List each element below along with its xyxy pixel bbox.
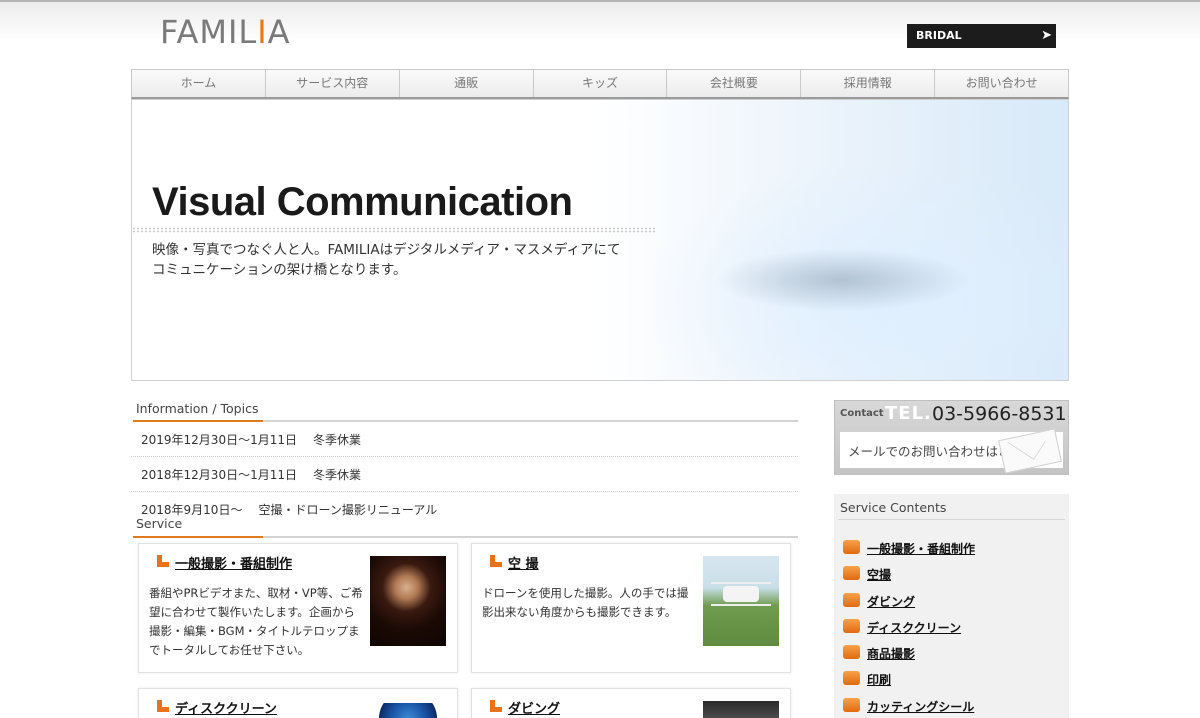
contact-label: Contact (840, 408, 884, 419)
sidebar-item-cutting-sticker[interactable]: カッティングシール (843, 697, 975, 718)
sidebar-item-label: ダビング (867, 594, 916, 609)
service-heading: Service (136, 516, 183, 531)
topics-list: 2019年12月30日〜1月11日 冬季休業 2018年12月30日〜1月11日冬… (131, 422, 798, 527)
service-contents-divider (838, 519, 1065, 520)
orange-bullet-icon (843, 671, 860, 686)
orange-bullet-icon (843, 645, 860, 660)
orange-bullet-icon (843, 618, 860, 633)
logo-text-accent: I (257, 13, 268, 51)
orange-bullet-icon (843, 540, 860, 554)
service-contents-panel: Service Contents 一般撮影・番組制作 空撮 ダビング ディスクク… (834, 494, 1069, 718)
service-card-title-text: ディスククリーン (175, 702, 277, 717)
disc-photo-icon[interactable] (370, 703, 446, 718)
arrow-right-icon: ➤ (1041, 28, 1052, 43)
topic-text: 冬季休業 (312, 433, 361, 447)
contact-box: Contact TEL. 03-5966-8531 メールでのお問い合わせはこち… (834, 400, 1069, 475)
orange-bullet-icon (843, 592, 860, 607)
logo-text-main: FAMIL (160, 13, 258, 51)
sidebar-item-label: カッティングシール (867, 699, 975, 714)
drone-body (723, 586, 759, 602)
hero-title: Visual Communication (152, 180, 573, 224)
topic-item[interactable]: 2018年12月30日〜1月11日 冬季休業 (131, 457, 798, 492)
service-card-title-text: 一般撮影・番組制作 (175, 557, 293, 572)
service-card-title-text: 空 撮 (508, 557, 539, 572)
service-card-title[interactable]: ディスククリーン (157, 698, 277, 717)
envelope-icon (998, 428, 1062, 474)
hero-banner: Visual Communication 映像・写真でつなぐ人と人。FAMILI… (131, 99, 1069, 381)
orange-square-icon (157, 555, 169, 567)
service-card: ディスククリーン (138, 688, 458, 718)
nav-item-company[interactable]: 会社概要 (667, 70, 802, 97)
service-contents-list: 一般撮影・番組制作 空撮 ダビング ディスククリーン 商品撮影 印刷 カッティン… (843, 540, 975, 718)
hero-subtitle: 映像・写真でつなぐ人と人。FAMILIAはデジタルメディア・マスメディアにて コ… (152, 240, 652, 280)
topic-item[interactable]: 2018年9月10日〜 空撮・ドローン撮影リニューアル (131, 492, 798, 527)
sidebar-item-printing[interactable]: 印刷 (843, 671, 975, 697)
bridal-label: BRIDAL (916, 29, 962, 42)
nav-item-recruit[interactable]: 採用情報 (801, 70, 936, 97)
orange-square-icon (490, 700, 502, 712)
woman-photo-icon[interactable] (370, 556, 446, 646)
bridal-button[interactable]: BRIDAL ➤ (907, 24, 1056, 48)
nav-item-services[interactable]: サービス内容 (266, 70, 400, 97)
hero-subtitle-line2: コミュニケーションの架け橋となります。 (152, 262, 407, 278)
sidebar-item-aerial[interactable]: 空撮 (843, 566, 975, 592)
nav-item-kids[interactable]: キッズ (534, 70, 668, 97)
topic-item[interactable]: 2019年12月30日〜1月11日 冬季休業 (131, 422, 798, 457)
hero-subtitle-line1: 映像・写真でつなぐ人と人。FAMILIAはデジタルメディア・マスメディアにて (152, 242, 621, 258)
mail-contact-button[interactable]: メールでのお問い合わせはこちら (840, 428, 1063, 474)
sidebar-item-label: 印刷 (867, 673, 892, 688)
service-card-title[interactable]: ダビング (490, 698, 560, 717)
service-card: ダビング (471, 688, 791, 718)
site-logo[interactable]: FAMILIA (160, 13, 291, 51)
tel-number[interactable]: 03-5966-8531 (932, 403, 1067, 425)
nav-item-contact[interactable]: お問い合わせ (935, 70, 1068, 97)
sidebar-item-product-photo[interactable]: 商品撮影 (843, 645, 975, 671)
sidebar-item-label: ディスククリーン (867, 620, 962, 635)
topic-date: 2019年12月30日〜1月11日 (141, 433, 297, 447)
drone-photo-icon[interactable] (703, 556, 779, 646)
sidebar-item-disc-clean[interactable]: ディスククリーン (843, 618, 975, 645)
service-heading-underline (133, 536, 798, 538)
nav-item-shop[interactable]: 通販 (400, 70, 534, 97)
service-card-text: ドローンを使用した撮影。人の手では撮影出来ない角度からも撮影できます。 (482, 586, 689, 619)
orange-bullet-icon (843, 566, 860, 581)
sidebar-item-label: 空撮 (867, 568, 892, 583)
service-card-title[interactable]: 一般撮影・番組制作 (157, 553, 292, 572)
sidebar-item-label: 一般撮影・番組制作 (867, 542, 976, 556)
sidebar-item-dubbing[interactable]: ダビング (843, 592, 975, 619)
nav-item-home[interactable]: ホーム (132, 70, 266, 97)
tel-label: TEL. (885, 403, 932, 424)
hero-divider (132, 227, 657, 233)
dubbing-photo-icon[interactable] (703, 701, 779, 718)
topic-text: 空撮・ドローン撮影リニューアル (258, 503, 438, 517)
service-card-title[interactable]: 空 撮 (490, 553, 539, 572)
sidebar-item-general-shooting[interactable]: 一般撮影・番組制作 (843, 540, 975, 566)
topic-text: 冬季休業 (312, 468, 361, 482)
orange-square-icon (157, 700, 169, 712)
orange-square-icon (490, 555, 502, 567)
drone-arm (711, 604, 771, 606)
service-card: 空 撮 ドローンを使用した撮影。人の手では撮影出来ない角度からも撮影できます。 (471, 543, 791, 673)
orange-bullet-icon (843, 697, 860, 712)
service-card-title-text: ダビング (508, 702, 561, 717)
service-contents-heading: Service Contents (840, 500, 947, 515)
drone-arm (711, 582, 771, 584)
service-card: 一般撮影・番組制作 番組やPRビデオまた、取材・VP等、ご希望に合わせて製作いた… (138, 543, 458, 673)
sidebar-item-label: 商品撮影 (867, 647, 916, 662)
main-nav: ホーム サービス内容 通販 キッズ 会社概要 採用情報 お問い合わせ (131, 69, 1069, 99)
topics-heading: Information / Topics (136, 401, 259, 416)
logo-text-tail: A (267, 13, 291, 51)
topic-date: 2018年9月10日〜 (141, 503, 243, 517)
service-card-text: 番組やPRビデオまた、取材・VP等、ご希望に合わせて製作いたします。企画から撮影… (149, 586, 363, 657)
topic-date: 2018年12月30日〜1月11日 (141, 468, 297, 482)
